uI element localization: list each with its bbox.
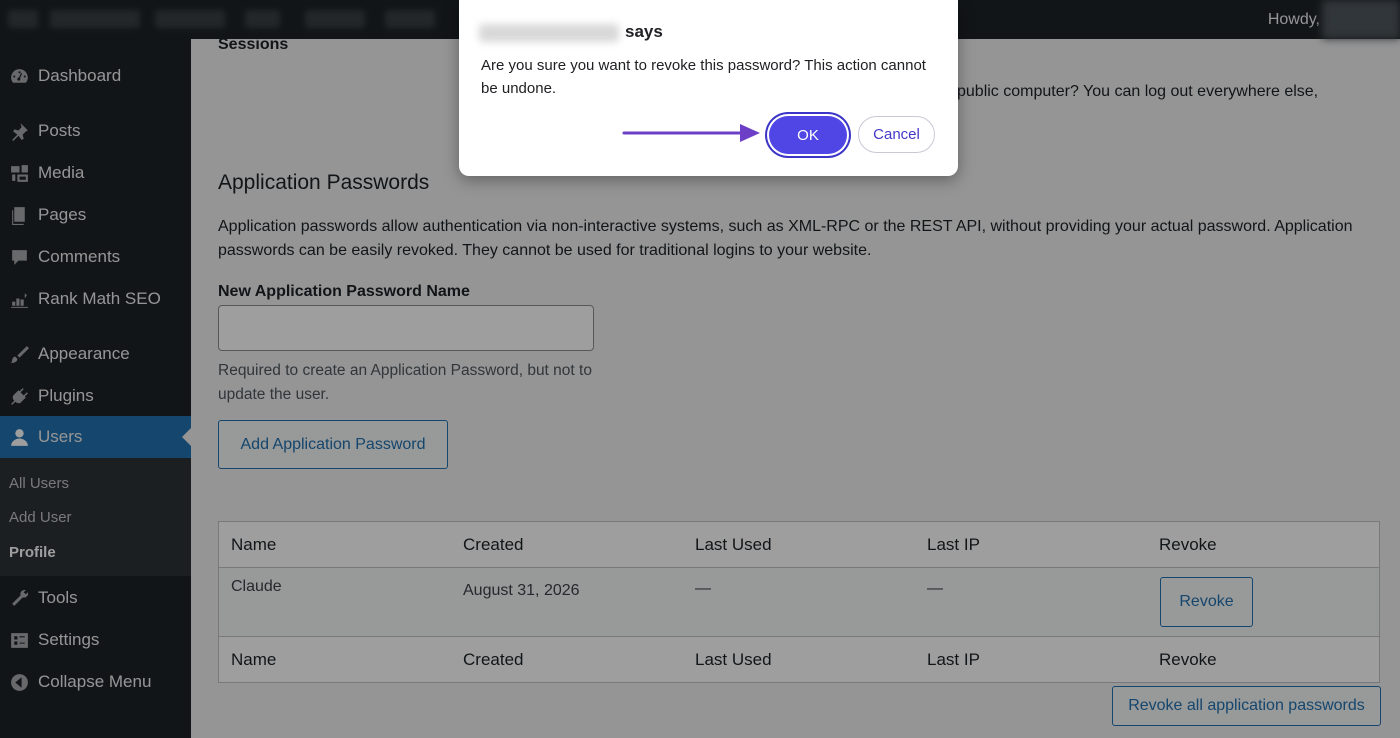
pointer-arrow-icon	[622, 124, 760, 142]
cancel-button[interactable]: Cancel	[858, 116, 935, 153]
dialog-title-says: says	[625, 22, 663, 41]
confirm-dialog: says Are you sure you want to revoke thi…	[459, 0, 958, 176]
ok-button[interactable]: OK	[769, 116, 847, 154]
dialog-message: Are you sure you want to revoke this pas…	[481, 57, 926, 97]
site-origin-blurred	[479, 24, 619, 42]
